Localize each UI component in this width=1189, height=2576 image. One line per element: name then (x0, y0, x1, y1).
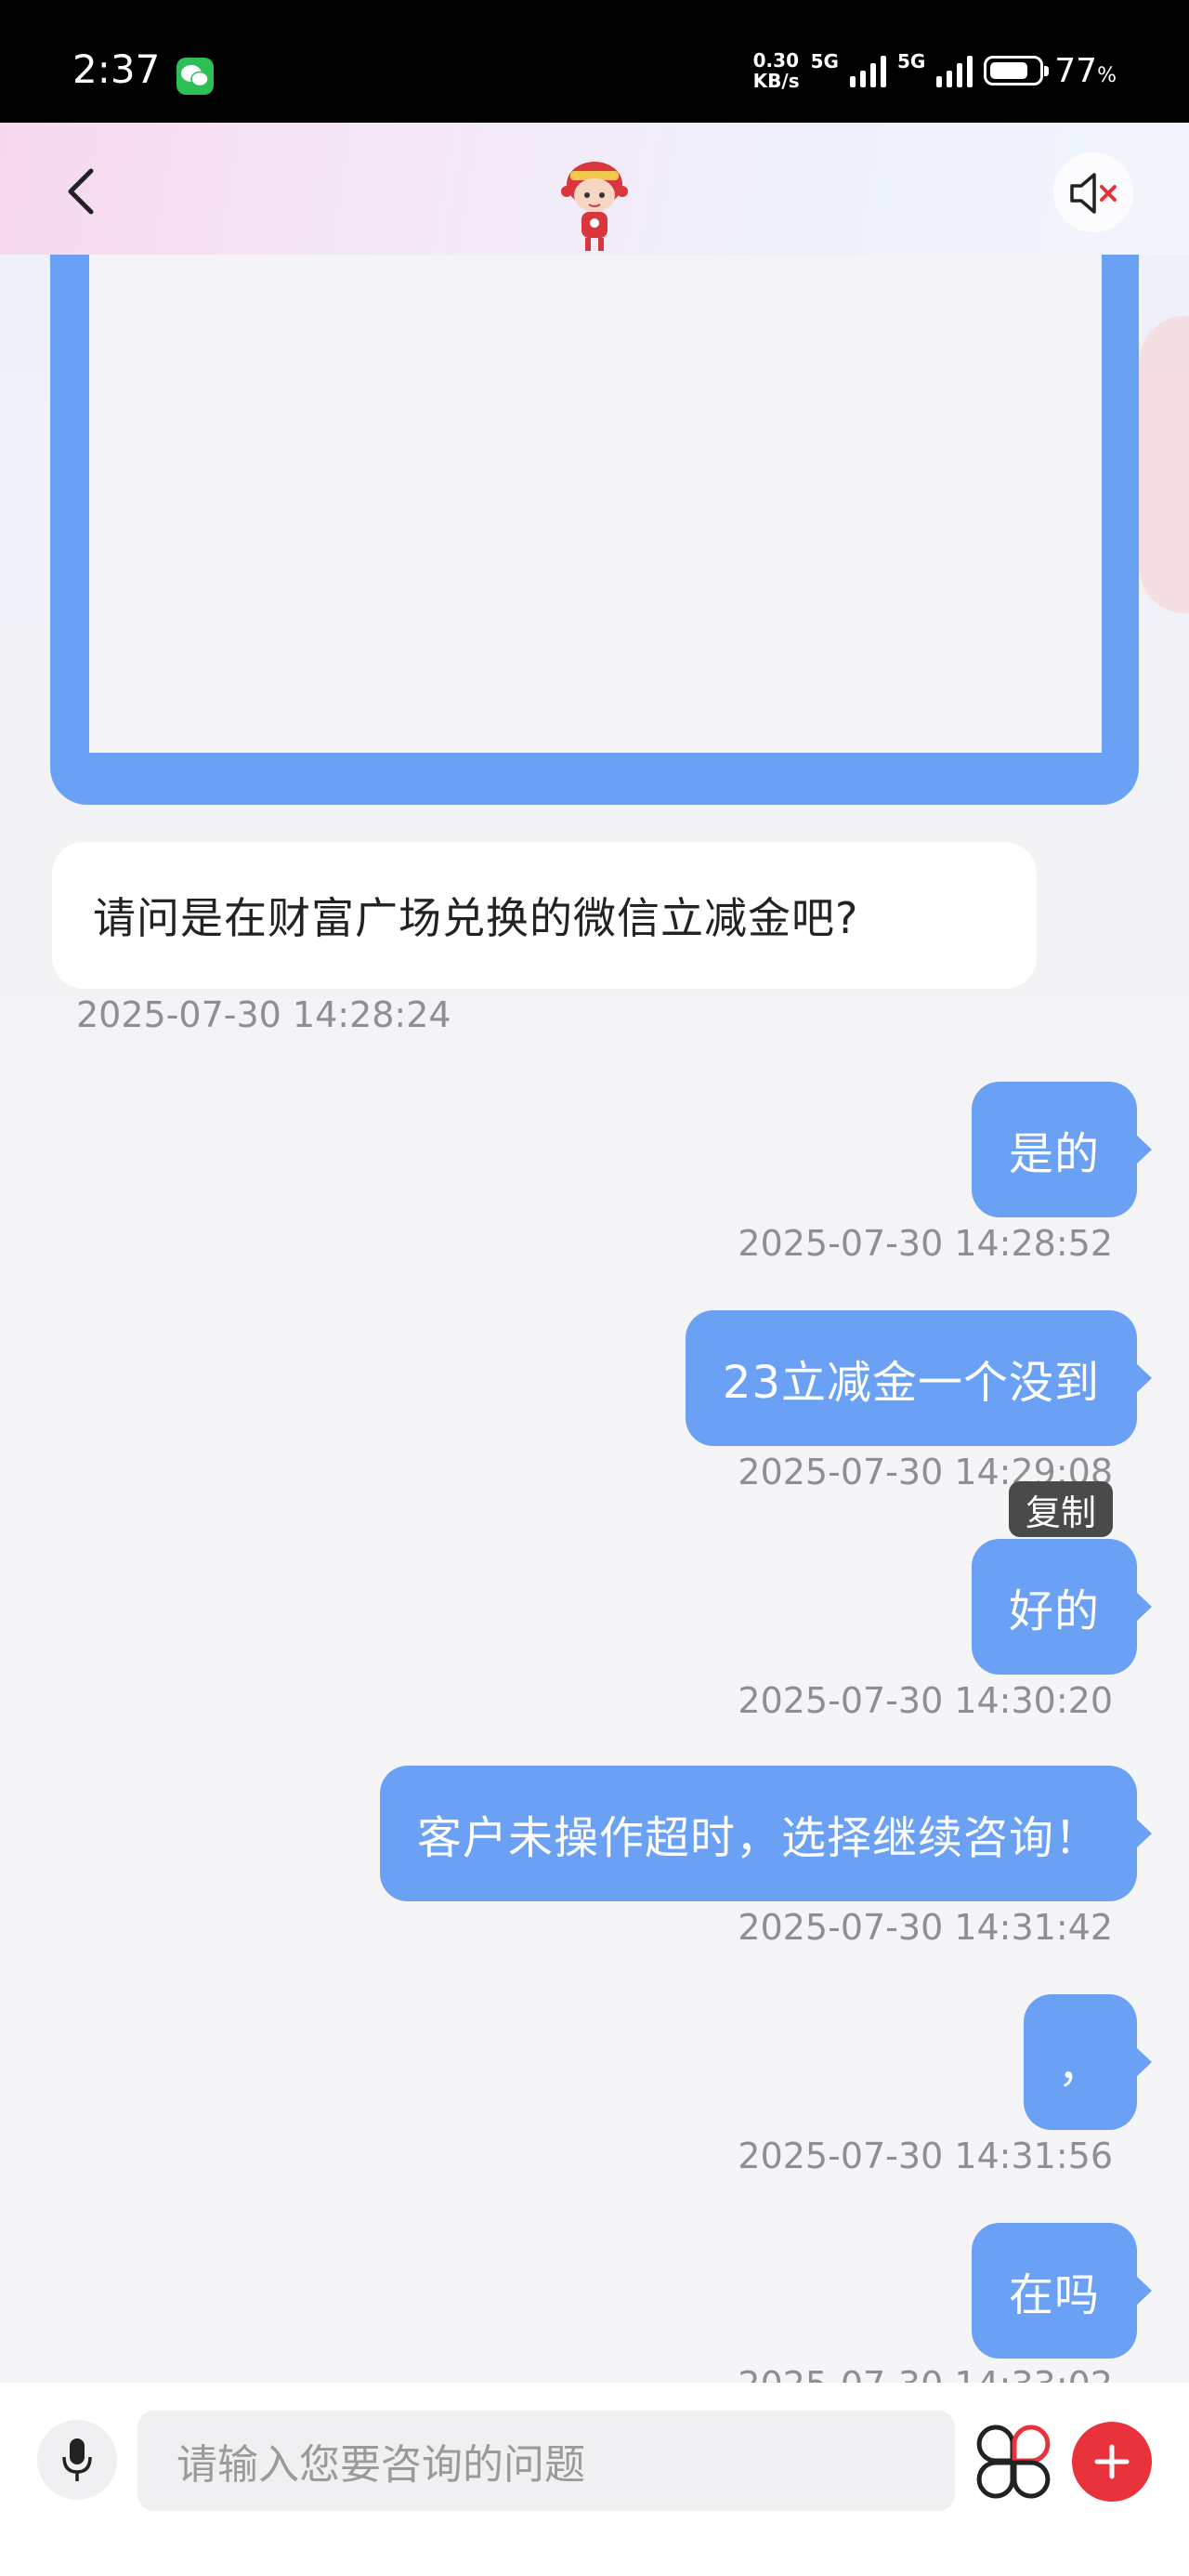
message-timestamp: 2025-07-30 14:33:02 (738, 2364, 1113, 2383)
message-bubble-user[interactable]: 好的 (971, 1539, 1153, 1675)
sim2-5g-label: 5G (896, 50, 926, 72)
copy-tooltip[interactable]: 复制 (1008, 1481, 1113, 1537)
four-petal-apps-icon (976, 2425, 1051, 2499)
message-input[interactable]: 请输入您要咨询的问题 (137, 2411, 955, 2511)
message-timestamp: 2025-07-30 14:31:42 (738, 1907, 1113, 1948)
battery-value: 77 (1054, 51, 1098, 90)
mascot-avatar-icon (552, 156, 637, 256)
content-card-body (89, 255, 1102, 753)
side-decoration (1139, 316, 1189, 613)
message-bubble-user[interactable]: 客户未操作超时，选择继续咨询！ (379, 1766, 1153, 1901)
chevron-left-icon (68, 168, 94, 215)
message-timestamp: 2025-07-30 14:28:52 (738, 1223, 1113, 1264)
battery-icon (984, 56, 1050, 85)
message-timestamp: 2025-07-30 14:31:56 (738, 2136, 1113, 2176)
network-speed-unit: KB/s (752, 70, 800, 92)
speaker-muted-icon (1070, 173, 1117, 214)
status-bar: 2:37 0.30 KB/s 5G 5G 77% (0, 0, 1189, 123)
sim1-signal-icon (849, 54, 886, 87)
input-bar: 请输入您要咨询的问题 (0, 2383, 1189, 2576)
chat-header (0, 123, 1189, 255)
content-card (50, 255, 1139, 805)
status-time: 2:37 (72, 46, 161, 92)
add-button[interactable] (1072, 2422, 1152, 2502)
message-bubble-agent[interactable]: 请问是在财富广场兑换的微信立减金吧? (52, 842, 1037, 989)
battery-percent: 77% (1054, 52, 1117, 90)
message-bubble-user[interactable]: 在吗 (971, 2223, 1153, 2359)
network-speed: 0.30 KB/s (753, 50, 800, 91)
microphone-icon (62, 2438, 92, 2481)
message-timestamp: 2025-07-30 14:28:24 (76, 994, 451, 1035)
sim1-5g-label: 5G (810, 50, 839, 72)
network-speed-value: 0.30 (752, 49, 799, 72)
message-timestamp: 2025-07-30 14:30:20 (738, 1680, 1113, 1721)
apps-menu-button[interactable] (975, 2424, 1052, 2500)
chat-message-list[interactable]: 请问是在财富广场兑换的微信立减金吧? 2025-07-30 14:28:24 是… (0, 255, 1189, 2383)
voice-input-button[interactable] (37, 2420, 117, 2500)
plus-icon (1094, 2444, 1130, 2479)
message-bubble-user[interactable]: ， (1024, 1994, 1152, 2130)
message-bubble-user[interactable]: 是的 (971, 1082, 1153, 1217)
message-bubble-user[interactable]: 23立减金一个没到 (685, 1310, 1153, 1446)
back-button[interactable] (56, 164, 111, 219)
mute-button[interactable] (1053, 152, 1133, 232)
battery-unit: % (1097, 63, 1117, 87)
wechat-notification-icon (176, 58, 214, 95)
sim2-signal-icon (936, 54, 973, 87)
